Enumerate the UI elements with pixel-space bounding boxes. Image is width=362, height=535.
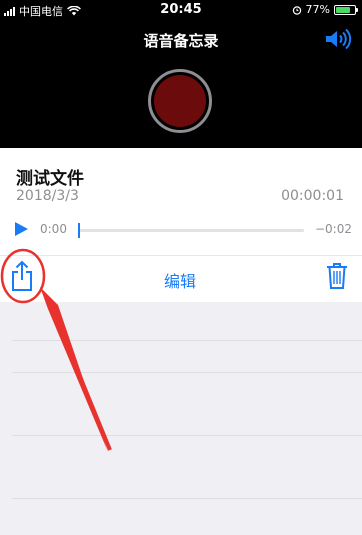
time-elapsed: 0:00 bbox=[40, 222, 67, 236]
play-icon[interactable] bbox=[13, 221, 29, 237]
scrubber-thumb[interactable] bbox=[78, 223, 80, 238]
edit-button[interactable]: 编辑 bbox=[140, 268, 220, 292]
list-separator bbox=[12, 498, 362, 499]
battery-fill bbox=[336, 6, 350, 13]
recording-duration: 00:00:01 bbox=[281, 188, 344, 204]
list-separator bbox=[12, 435, 362, 436]
time-remaining: −0:02 bbox=[314, 222, 352, 236]
status-bar: 中国电信 20:45 77% bbox=[0, 0, 362, 20]
recording-card: 测试文件 2018/3/3 00:00:01 0:00 −0:02 编辑 bbox=[0, 148, 362, 302]
playback-scrubber[interactable] bbox=[78, 223, 304, 238]
battery-percent: 77% bbox=[305, 3, 330, 16]
record-button[interactable] bbox=[148, 69, 212, 133]
page-title: 语音备忘录 bbox=[143, 32, 219, 50]
divider bbox=[0, 255, 362, 256]
alarm-icon bbox=[292, 5, 301, 15]
list-separator bbox=[12, 340, 362, 341]
trash-icon[interactable] bbox=[326, 262, 348, 290]
record-icon bbox=[154, 75, 206, 127]
status-right: 77% bbox=[292, 3, 358, 16]
battery-icon bbox=[334, 4, 358, 15]
recording-date: 2018/3/3 bbox=[16, 188, 79, 204]
speaker-icon[interactable] bbox=[324, 28, 352, 50]
list-separator bbox=[12, 372, 362, 373]
recordings-list bbox=[0, 302, 362, 535]
share-icon[interactable] bbox=[8, 260, 36, 292]
voice-memos-screen: 中国电信 20:45 77% 语音备忘录 测试文件 2018/3/3 00:00… bbox=[0, 0, 362, 535]
header: 语音备忘录 bbox=[0, 20, 362, 148]
recording-name[interactable]: 测试文件 bbox=[16, 164, 84, 189]
